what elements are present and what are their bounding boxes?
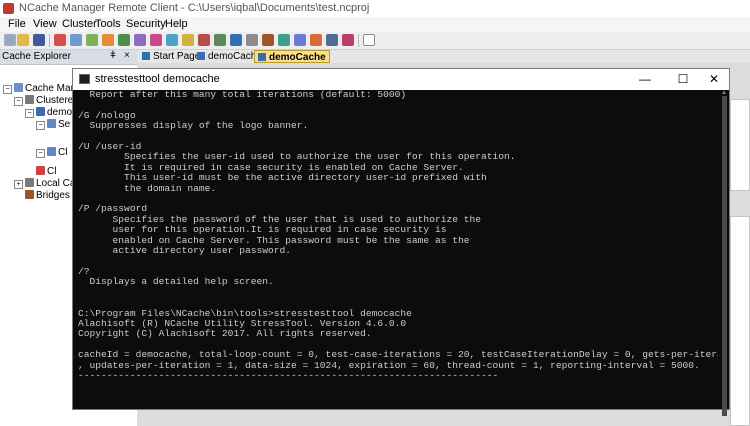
tree-node-clustered[interactable]: − Clustered [14, 95, 79, 107]
monitor-icon[interactable] [150, 34, 162, 46]
cache-explorer-title: Cache Explorer [2, 51, 71, 62]
toolbar-grip-icon [4, 34, 16, 46]
minimize-button[interactable]: — [628, 69, 662, 90]
tree-node-servers[interactable]: − Se [36, 119, 70, 131]
server-icon [47, 119, 56, 128]
console-text: Report after this many total iterations … [78, 90, 718, 381]
tools-icon[interactable] [246, 34, 258, 46]
reports-icon[interactable] [342, 34, 354, 46]
cache-tab-icon [258, 53, 266, 61]
cluster-icon[interactable] [54, 34, 66, 46]
console-window[interactable]: stresstesttool democache — ☐ ✕ Report af… [72, 68, 730, 416]
bridge-icon[interactable] [262, 34, 274, 46]
collapse-icon[interactable]: − [36, 149, 45, 158]
backup-icon[interactable] [278, 34, 290, 46]
start-page-icon [142, 52, 150, 60]
tree-node-democache[interactable]: − democ [25, 107, 77, 119]
console-title-bar[interactable]: stresstesttool democache — ☐ ✕ [73, 69, 729, 90]
client-node-icon [47, 147, 56, 156]
background-panel [730, 216, 750, 426]
add-cache-icon[interactable] [70, 34, 82, 46]
menu-file[interactable]: File [8, 18, 26, 30]
tree-node-bridges[interactable]: Bridges [25, 190, 70, 202]
app-title-bar: NCache Manager Remote Client - C:\Users\… [0, 0, 750, 17]
save-icon[interactable] [33, 34, 45, 46]
stop-cache-icon[interactable] [118, 34, 130, 46]
client-icon[interactable] [230, 34, 242, 46]
refresh-icon[interactable] [198, 34, 210, 46]
console-icon [79, 74, 90, 84]
help-icon[interactable] [363, 34, 375, 46]
ncache-app-icon [3, 3, 14, 14]
expand-icon[interactable]: + [14, 180, 23, 189]
menu-help[interactable]: Help [165, 18, 188, 30]
tree-node-clients[interactable]: − Cl [36, 147, 67, 159]
cache-explorer-header: Cache Explorer ǂ × [0, 50, 137, 65]
console-output[interactable]: Report after this many total iterations … [78, 90, 718, 408]
app-title: NCache Manager Remote Client - C:\Users\… [19, 2, 370, 14]
dump-icon[interactable] [182, 34, 194, 46]
cache-icon [36, 107, 45, 116]
local-cache-folder-icon [25, 178, 34, 187]
menu-view[interactable]: View [33, 18, 57, 30]
menu-security[interactable]: Security [126, 18, 166, 30]
start-cache-icon[interactable] [102, 34, 114, 46]
collapse-icon[interactable]: − [25, 109, 34, 118]
collapse-icon[interactable]: − [3, 85, 12, 94]
console-title: stresstesttool democache [95, 73, 220, 85]
counters-icon[interactable] [310, 34, 322, 46]
clear-cache-icon[interactable] [166, 34, 178, 46]
config-icon[interactable] [326, 34, 338, 46]
scrollbar-thumb[interactable] [722, 96, 727, 416]
client-machine-icon [36, 166, 45, 175]
toolbar-separator [49, 34, 50, 47]
lock-icon[interactable] [214, 34, 226, 46]
document-tab-strip: Start Page demoCache demoCache [137, 50, 750, 63]
toolbar-separator [358, 34, 359, 47]
cache-tab-icon [197, 52, 205, 60]
tab-democache-active[interactable]: demoCache [254, 50, 330, 63]
collapse-icon[interactable]: − [14, 97, 23, 106]
close-panel-icon[interactable]: × [124, 50, 130, 61]
menu-tools[interactable]: Tools [95, 18, 121, 30]
open-folder-icon[interactable] [17, 34, 29, 46]
menu-bar: File View Cluster Tools Security Help [0, 17, 750, 32]
statistics-icon[interactable] [134, 34, 146, 46]
menu-cluster[interactable]: Cluster [62, 18, 97, 30]
cluster-folder-icon [25, 95, 34, 104]
bridges-icon [25, 190, 34, 199]
add-node-icon[interactable] [86, 34, 98, 46]
close-button[interactable]: ✕ [697, 69, 731, 90]
maximize-button[interactable]: ☐ [666, 69, 700, 90]
background-panel [730, 99, 750, 191]
computer-icon [14, 83, 23, 92]
security-icon[interactable] [294, 34, 306, 46]
tree-node-client[interactable]: Cl [36, 166, 56, 178]
pin-icon[interactable]: ǂ [110, 50, 116, 61]
console-scrollbar[interactable]: ▲ [720, 90, 729, 416]
main-toolbar [0, 32, 750, 50]
collapse-icon[interactable]: − [36, 121, 45, 130]
